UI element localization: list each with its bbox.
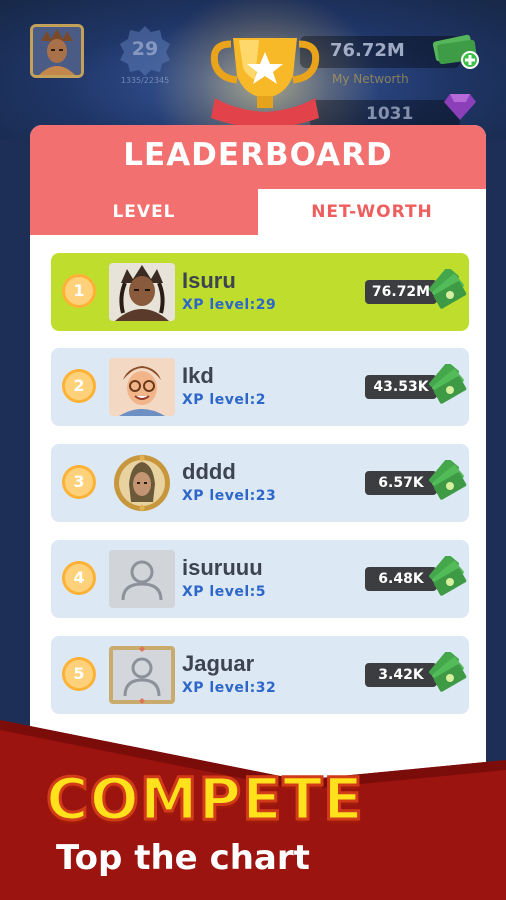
warrior-avatar — [109, 263, 175, 321]
promo-tagline: Top the chart — [56, 838, 310, 878]
rank-badge: 4 — [62, 561, 96, 595]
xp-progress-text: 1335/22345 — [120, 76, 170, 85]
promo-headline: COMPETE — [45, 764, 365, 835]
default-user-avatar — [109, 550, 175, 608]
player-xp-level: XP level:29 — [182, 297, 277, 313]
leaderboard-row[interactable]: 2 Ikd XP level:2 43.53K — [51, 348, 469, 426]
leaderboard-row[interactable]: 1 Isuru XP level:29 76.72M — [51, 253, 469, 331]
player-xp-level: XP level:23 — [182, 488, 277, 504]
cartoon-man-avatar — [109, 358, 175, 416]
networth-value: 76.72M — [330, 40, 405, 61]
leaderboard-row[interactable]: 3 dddd XP level:23 6.57K — [51, 444, 469, 522]
gold-frame-warrior-avatar — [109, 454, 175, 512]
tab-level[interactable]: LEVEL — [30, 189, 258, 235]
level-number: 29 — [131, 38, 159, 60]
networth-label: My Networth — [332, 72, 409, 86]
cash-stack-icon — [425, 267, 469, 317]
rank-badge: 2 — [62, 369, 96, 403]
player-name: Ikd — [182, 363, 214, 388]
level-badge: 29 — [118, 24, 172, 78]
player-avatar[interactable] — [30, 24, 84, 78]
player-xp-level: XP level:2 — [182, 392, 266, 408]
cash-stack-icon — [425, 362, 469, 412]
cash-stack-icon — [425, 554, 469, 604]
gems-value: 1031 — [366, 104, 414, 124]
gem-icon[interactable] — [442, 92, 478, 126]
player-name: Jaguar — [182, 651, 255, 676]
trophy-icon — [205, 30, 325, 130]
cash-stack-icon — [425, 458, 469, 508]
leaderboard-row[interactable]: 4 isuruuu XP level:5 6.48K — [51, 540, 469, 618]
player-name: dddd — [182, 459, 236, 484]
player-xp-level: XP level:5 — [182, 584, 266, 600]
player-name: isuruuu — [182, 555, 263, 580]
tab-net-worth[interactable]: NET-WORTH — [258, 189, 486, 235]
player-name: Isuru — [182, 268, 236, 293]
rank-badge: 3 — [62, 465, 96, 499]
rank-badge: 1 — [62, 274, 96, 308]
rank-badge: 5 — [62, 657, 96, 691]
leaderboard-title: LEADERBOARD — [123, 137, 393, 173]
cash-add-icon[interactable] — [430, 30, 482, 74]
